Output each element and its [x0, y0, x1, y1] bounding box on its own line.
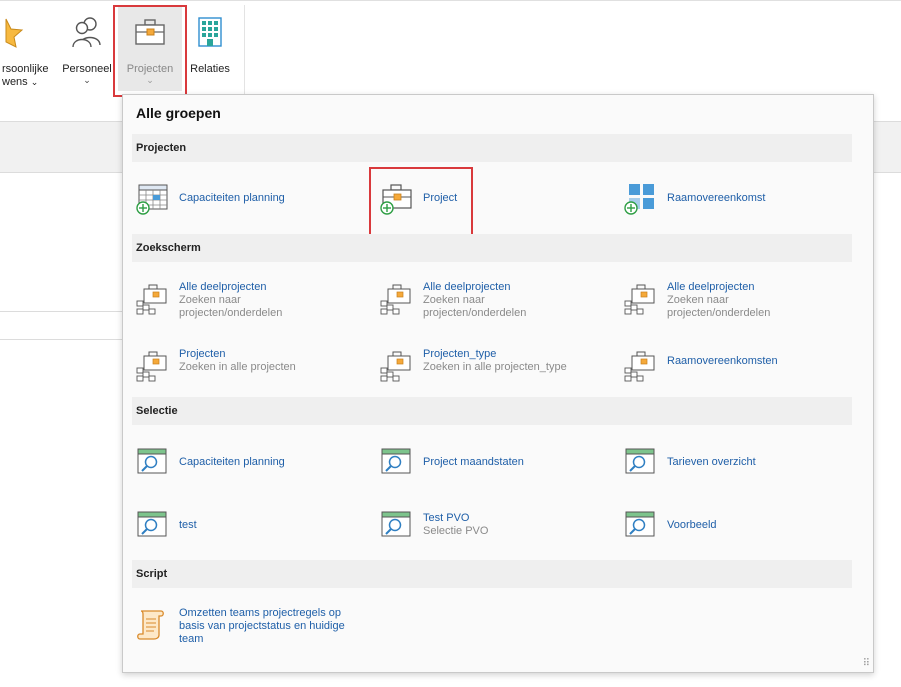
item-test-pvo[interactable]: Test PVO Selectie PVO [379, 508, 599, 548]
item-title: Capaciteiten planning [179, 456, 285, 468]
item-raamovereenkomst-new[interactable]: Raamovereenkomst [623, 181, 843, 221]
item-project-new[interactable]: Project [379, 181, 579, 221]
item-raamovereenkomsten-search[interactable]: Raamovereenkomsten [623, 348, 843, 388]
item-title: test [179, 519, 197, 531]
ribbon-label-relaties: Relaties [190, 63, 230, 75]
section-title: Script [136, 568, 168, 580]
resize-grip-icon[interactable]: ⠿ [863, 658, 870, 669]
ribbon-label-wens: wens [2, 76, 28, 88]
item-title: Alle deelprojecten [667, 281, 755, 293]
divider-line [0, 339, 130, 340]
chevron-down-icon: ⌄ [83, 75, 91, 85]
item-subtitle: Zoeken naar projecten/onderdelen [667, 294, 771, 319]
section-projecten: Projecten [132, 134, 852, 162]
ribbon: rsoonlijke wens ⌄ Personeel ⌄ Projecten … [0, 0, 901, 97]
people-icon [72, 17, 101, 48]
item-title: Test PVO [423, 512, 470, 524]
item-title: Voorbeeld [667, 519, 717, 531]
chevron-down-icon: ⌄ [30, 77, 39, 87]
ribbon-separator [244, 5, 245, 95]
item-alle-deelprojecten[interactable]: Alle deelprojecten Zoeken naar projecten… [379, 281, 599, 321]
ribbon-button-relaties[interactable]: Relaties [184, 7, 236, 91]
item-alle-deelprojecten[interactable]: Alle deelprojecten Zoeken naar projecten… [623, 281, 843, 321]
item-subtitle: Zoeken naar projecten/onderdelen [423, 294, 527, 319]
project-tree-search-icon [380, 351, 411, 382]
project-tree-search-icon [380, 284, 411, 315]
selection-search-icon [381, 448, 411, 474]
selection-search-icon [381, 511, 411, 537]
section-title: Zoekscherm [136, 242, 201, 254]
selection-search-icon [137, 448, 167, 474]
ribbon-button-persoonlijke-wens[interactable]: rsoonlijke wens ⌄ [0, 7, 52, 91]
building-icon [198, 17, 222, 47]
ribbon-label-persoonlijke: rsoonlijke [2, 63, 49, 75]
section-zoekscherm: Zoekscherm [132, 234, 852, 262]
item-title: Alle deelprojecten [423, 281, 511, 293]
selection-search-icon [625, 511, 655, 537]
item-projecten-type-search[interactable]: Projecten_type Zoeken in alle projecten_… [379, 348, 609, 388]
section-selectie: Selectie [132, 397, 852, 425]
chevron-down-icon: ⌄ [146, 75, 154, 85]
item-title: Projecten [179, 348, 226, 360]
script-scroll-icon [137, 610, 164, 640]
project-tree-search-icon [624, 351, 655, 382]
section-title: Projecten [136, 142, 187, 154]
item-project-maandstaten[interactable]: Project maandstaten [379, 445, 599, 485]
item-voorbeeld[interactable]: Voorbeeld [623, 508, 843, 548]
item-title: Projecten_type [423, 348, 497, 360]
item-subtitle: Zoeken in alle projecten [179, 361, 296, 373]
item-title: Raamovereenkomst [667, 192, 766, 204]
item-subtitle: Selectie PVO [423, 525, 489, 537]
item-subtitle: Zoeken naar projecten/onderdelen [179, 294, 283, 319]
ribbon-button-projecten[interactable]: Projecten ⌄ [118, 7, 182, 91]
project-tree-search-icon [136, 284, 167, 315]
item-title: Project maandstaten [423, 456, 524, 468]
item-capaciteiten-planning-new[interactable]: Capaciteiten planning [135, 181, 355, 221]
ribbon-button-personeel[interactable]: Personeel ⌄ [58, 7, 116, 91]
all-groups-popup: Alle groepen Projecten Capaciteiten plan… [122, 94, 874, 673]
item-subtitle: Zoeken in alle projecten_type [423, 361, 567, 373]
item-script-omzetten-teams[interactable]: Omzetten teams projectregels op basis va… [135, 607, 375, 657]
briefcase-icon [135, 19, 165, 45]
calendar-grid-add-icon [136, 184, 168, 215]
item-title: Omzetten teams projectregels op basis va… [179, 607, 345, 645]
item-tarieven-overzicht[interactable]: Tarieven overzicht [623, 445, 843, 485]
tiles-add-icon [624, 184, 654, 215]
item-title: Raamovereenkomsten [667, 355, 778, 367]
project-tree-search-icon [624, 284, 655, 315]
item-test[interactable]: test [135, 508, 355, 548]
item-title: Capaciteiten planning [179, 192, 285, 204]
selection-search-icon [137, 511, 167, 537]
divider-line [0, 311, 130, 312]
popup-title: Alle groepen [136, 105, 221, 121]
item-projecten-search[interactable]: Projecten Zoeken in alle projecten [135, 348, 355, 388]
section-script: Script [132, 560, 852, 588]
section-title: Selectie [136, 405, 178, 417]
project-tree-search-icon [136, 351, 167, 382]
item-alle-deelprojecten[interactable]: Alle deelprojecten Zoeken naar projecten… [135, 281, 355, 321]
item-title: Alle deelprojecten [179, 281, 267, 293]
item-title: Project [423, 192, 458, 204]
item-capaciteiten-planning-selectie[interactable]: Capaciteiten planning [135, 445, 355, 485]
star-icon [5, 18, 24, 48]
selection-search-icon [625, 448, 655, 474]
briefcase-add-icon [380, 184, 412, 215]
item-title: Tarieven overzicht [667, 456, 756, 468]
